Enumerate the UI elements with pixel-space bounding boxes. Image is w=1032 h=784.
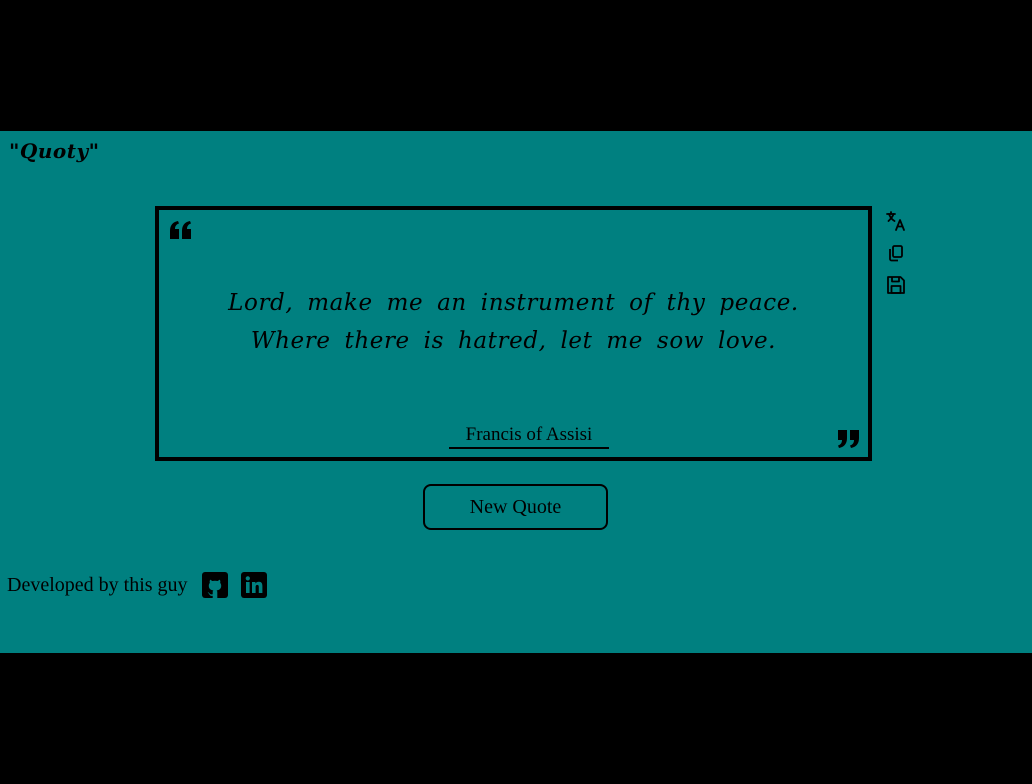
linkedin-link[interactable]: [240, 572, 267, 598]
translate-icon: [886, 211, 905, 231]
save-button[interactable]: [884, 273, 908, 297]
copy-icon: [889, 245, 903, 262]
linkedin-icon: [240, 572, 267, 598]
footer: Developed by this guy: [7, 570, 280, 600]
footer-credit: Developed by this guy: [7, 573, 188, 596]
copy-button[interactable]: [884, 241, 908, 265]
new-quote-button[interactable]: New Quote: [423, 484, 608, 530]
close-quote-icon: [838, 430, 859, 448]
save-icon: [887, 276, 905, 294]
quote-author: Francis of Assisi: [449, 424, 609, 449]
quote-actions: [884, 209, 908, 305]
open-quote-icon: [170, 221, 191, 239]
quote-text: Lord, make me an instrument of thy peace…: [228, 290, 799, 354]
translate-button[interactable]: [884, 209, 908, 233]
github-icon: [201, 572, 228, 598]
quote-card: Lord, make me an instrument of thy peace…: [155, 206, 872, 461]
brand-logo: "Quoty": [9, 139, 100, 163]
app-container: "Quoty" Lord, make me an instrument of t…: [0, 131, 1032, 653]
github-link[interactable]: [201, 572, 228, 598]
